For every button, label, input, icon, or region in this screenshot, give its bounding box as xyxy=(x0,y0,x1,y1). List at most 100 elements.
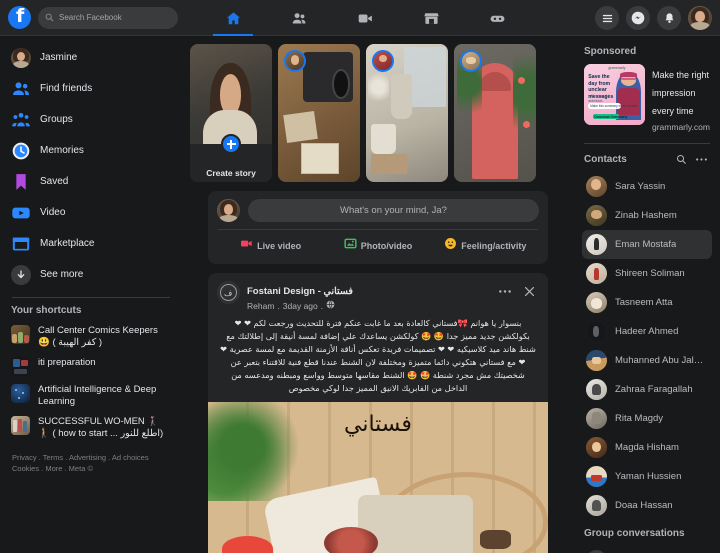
contact-item[interactable]: Hadeer Ahmed xyxy=(582,317,712,346)
tab-marketplace[interactable] xyxy=(398,0,464,36)
live-video-button[interactable]: Live video xyxy=(217,234,324,258)
shortcut-item[interactable]: Call Center Comics Keepers 😃 ( كفر الهيب… xyxy=(6,321,176,353)
sidebar-item-video[interactable]: Video xyxy=(6,197,176,228)
search-icon[interactable] xyxy=(672,150,690,168)
shortcut-item[interactable]: SUCCESSFUL WO-MEN 🚶‍♀️🚶 ( how to start .… xyxy=(6,412,176,444)
composer-avatar[interactable] xyxy=(217,199,240,222)
more-options-icon[interactable] xyxy=(692,150,710,168)
contact-item[interactable]: Doaa Hassan xyxy=(582,491,712,520)
avatar[interactable] xyxy=(688,6,712,30)
sponsored-ad[interactable]: grammarly Save the day from unclear mess… xyxy=(582,61,712,135)
more-options-icon[interactable] xyxy=(495,281,515,301)
sidebar-item-jasmine[interactable]: Jasmine xyxy=(6,42,176,73)
tab-video[interactable] xyxy=(332,0,398,36)
shortcut-thumbnail xyxy=(11,384,30,403)
live-video-label: Live video xyxy=(257,241,302,251)
plus-icon xyxy=(221,134,241,154)
tab-home[interactable] xyxy=(200,0,266,36)
composer-divider xyxy=(218,229,538,230)
contact-item[interactable]: Zinab Hashem xyxy=(582,201,712,230)
header-nav-tabs xyxy=(200,0,530,36)
create-new-group-button[interactable]: Create New Group xyxy=(582,546,712,553)
footer-line-2[interactable]: Cookies . More . Meta © xyxy=(12,463,170,474)
top-header: Search Facebook xyxy=(0,0,720,36)
sidebar-footer-links: Privacy . Terms . Advertising . Ad choic… xyxy=(6,444,176,474)
contact-item[interactable]: Eman Mostafa xyxy=(582,230,712,259)
sidebar-item-label: Marketplace xyxy=(40,238,95,249)
composer-input[interactable]: What's on your mind, Ja? xyxy=(248,199,539,222)
contact-avatar xyxy=(586,350,607,371)
contact-name: Muhanned Abu Jalhoum xyxy=(615,355,708,366)
ad-text: Make the right impression every time gra… xyxy=(652,64,710,132)
post-page-avatar[interactable]: ف xyxy=(217,281,240,304)
shortcut-item[interactable]: iti preparation xyxy=(6,353,176,380)
contact-avatar xyxy=(586,205,607,226)
ad-url: grammarly.com xyxy=(652,122,710,132)
sidebar-item-groups[interactable]: Groups xyxy=(6,104,176,135)
story-author-avatar xyxy=(372,50,394,72)
feeling-activity-button[interactable]: Feeling/activity xyxy=(432,234,539,258)
sidebar-item-saved[interactable]: Saved xyxy=(6,166,176,197)
contact-avatar xyxy=(586,321,607,342)
sidebar-item-see-more[interactable]: See more xyxy=(6,259,176,290)
post-header: ف Fostani Design - فستاني Reham . 3day a… xyxy=(208,273,548,315)
sidebar-item-label: Saved xyxy=(40,176,69,187)
story-card[interactable] xyxy=(366,44,448,182)
contact-item[interactable]: Muhanned Abu Jalhoum xyxy=(582,346,712,375)
contact-item[interactable]: Rita Magdy xyxy=(582,404,712,433)
contact-item[interactable]: Yaman Hussien xyxy=(582,462,712,491)
bell-icon[interactable] xyxy=(657,6,681,30)
tab-gaming[interactable] xyxy=(464,0,530,36)
menu-grid-icon[interactable] xyxy=(595,6,619,30)
post-author: Reham xyxy=(247,300,275,311)
saved-bookmark-icon xyxy=(11,172,31,192)
live-video-icon xyxy=(240,237,253,255)
contact-name: Doaa Hassan xyxy=(615,500,673,511)
profile-avatar xyxy=(11,47,31,68)
sidebar-item-memories[interactable]: Memories xyxy=(6,135,176,166)
facebook-logo[interactable] xyxy=(8,5,31,29)
close-icon[interactable] xyxy=(519,281,539,301)
create-story-footer: Create story xyxy=(190,134,272,182)
feed-column: Create story What's on your mind, Ja? Li… xyxy=(182,36,574,553)
post-meta: Fostani Design - فستاني Reham . 3day ago… xyxy=(247,281,495,311)
shortcut-thumbnail xyxy=(11,416,30,435)
photo-video-button[interactable]: Photo/video xyxy=(324,234,431,258)
contact-avatar xyxy=(586,234,607,255)
sidebar-item-label: Find friends xyxy=(40,83,93,94)
create-story-card[interactable]: Create story xyxy=(190,44,272,182)
contact-item[interactable]: Tasneem Atta xyxy=(582,288,712,317)
footer-line-1[interactable]: Privacy . Terms . Advertising . Ad choic… xyxy=(12,452,170,463)
sidebar-item-label: Jasmine xyxy=(40,52,78,63)
search-icon xyxy=(45,9,54,27)
shortcut-thumbnail xyxy=(11,357,30,376)
contact-item[interactable]: Magda Hisham xyxy=(582,433,712,462)
contacts-heading: Contacts xyxy=(582,148,712,172)
contact-name: Eman Mostafa xyxy=(615,239,677,250)
contact-item[interactable]: Shireen Soliman xyxy=(582,259,712,288)
post-image[interactable]: فستاني xyxy=(208,402,548,553)
post-subline: Reham . 3day ago . xyxy=(247,300,495,311)
search-input[interactable]: Search Facebook xyxy=(38,6,178,29)
contact-item[interactable]: Zahraa Faragallah xyxy=(582,375,712,404)
sidebar-item-find-friends[interactable]: Find friends xyxy=(6,73,176,104)
tab-friends[interactable] xyxy=(266,0,332,36)
header-left: Search Facebook xyxy=(0,5,178,29)
story-author-avatar xyxy=(460,50,482,72)
contacts-actions xyxy=(672,150,710,168)
stories-tray: Create story xyxy=(182,44,574,182)
sidebar-item-label: Groups xyxy=(40,114,73,125)
contact-name: Tasneem Atta xyxy=(615,297,673,308)
story-card[interactable] xyxy=(454,44,536,182)
dot-separator: . xyxy=(277,300,280,311)
sidebar-item-marketplace[interactable]: Marketplace xyxy=(6,228,176,259)
feeling-activity-icon xyxy=(444,237,457,255)
marketplace-shop-icon xyxy=(11,234,31,254)
ad-creative-image: grammarly Save the day from unclear mess… xyxy=(584,64,645,125)
messenger-icon[interactable] xyxy=(626,6,650,30)
plus-icon xyxy=(586,549,607,553)
contact-item[interactable]: Sara Yassin xyxy=(582,172,712,201)
shortcut-item[interactable]: Artificial Intelligence & Deep Learning xyxy=(6,380,176,412)
story-card[interactable] xyxy=(278,44,360,182)
post-page-name[interactable]: Fostani Design - فستاني xyxy=(247,286,353,297)
